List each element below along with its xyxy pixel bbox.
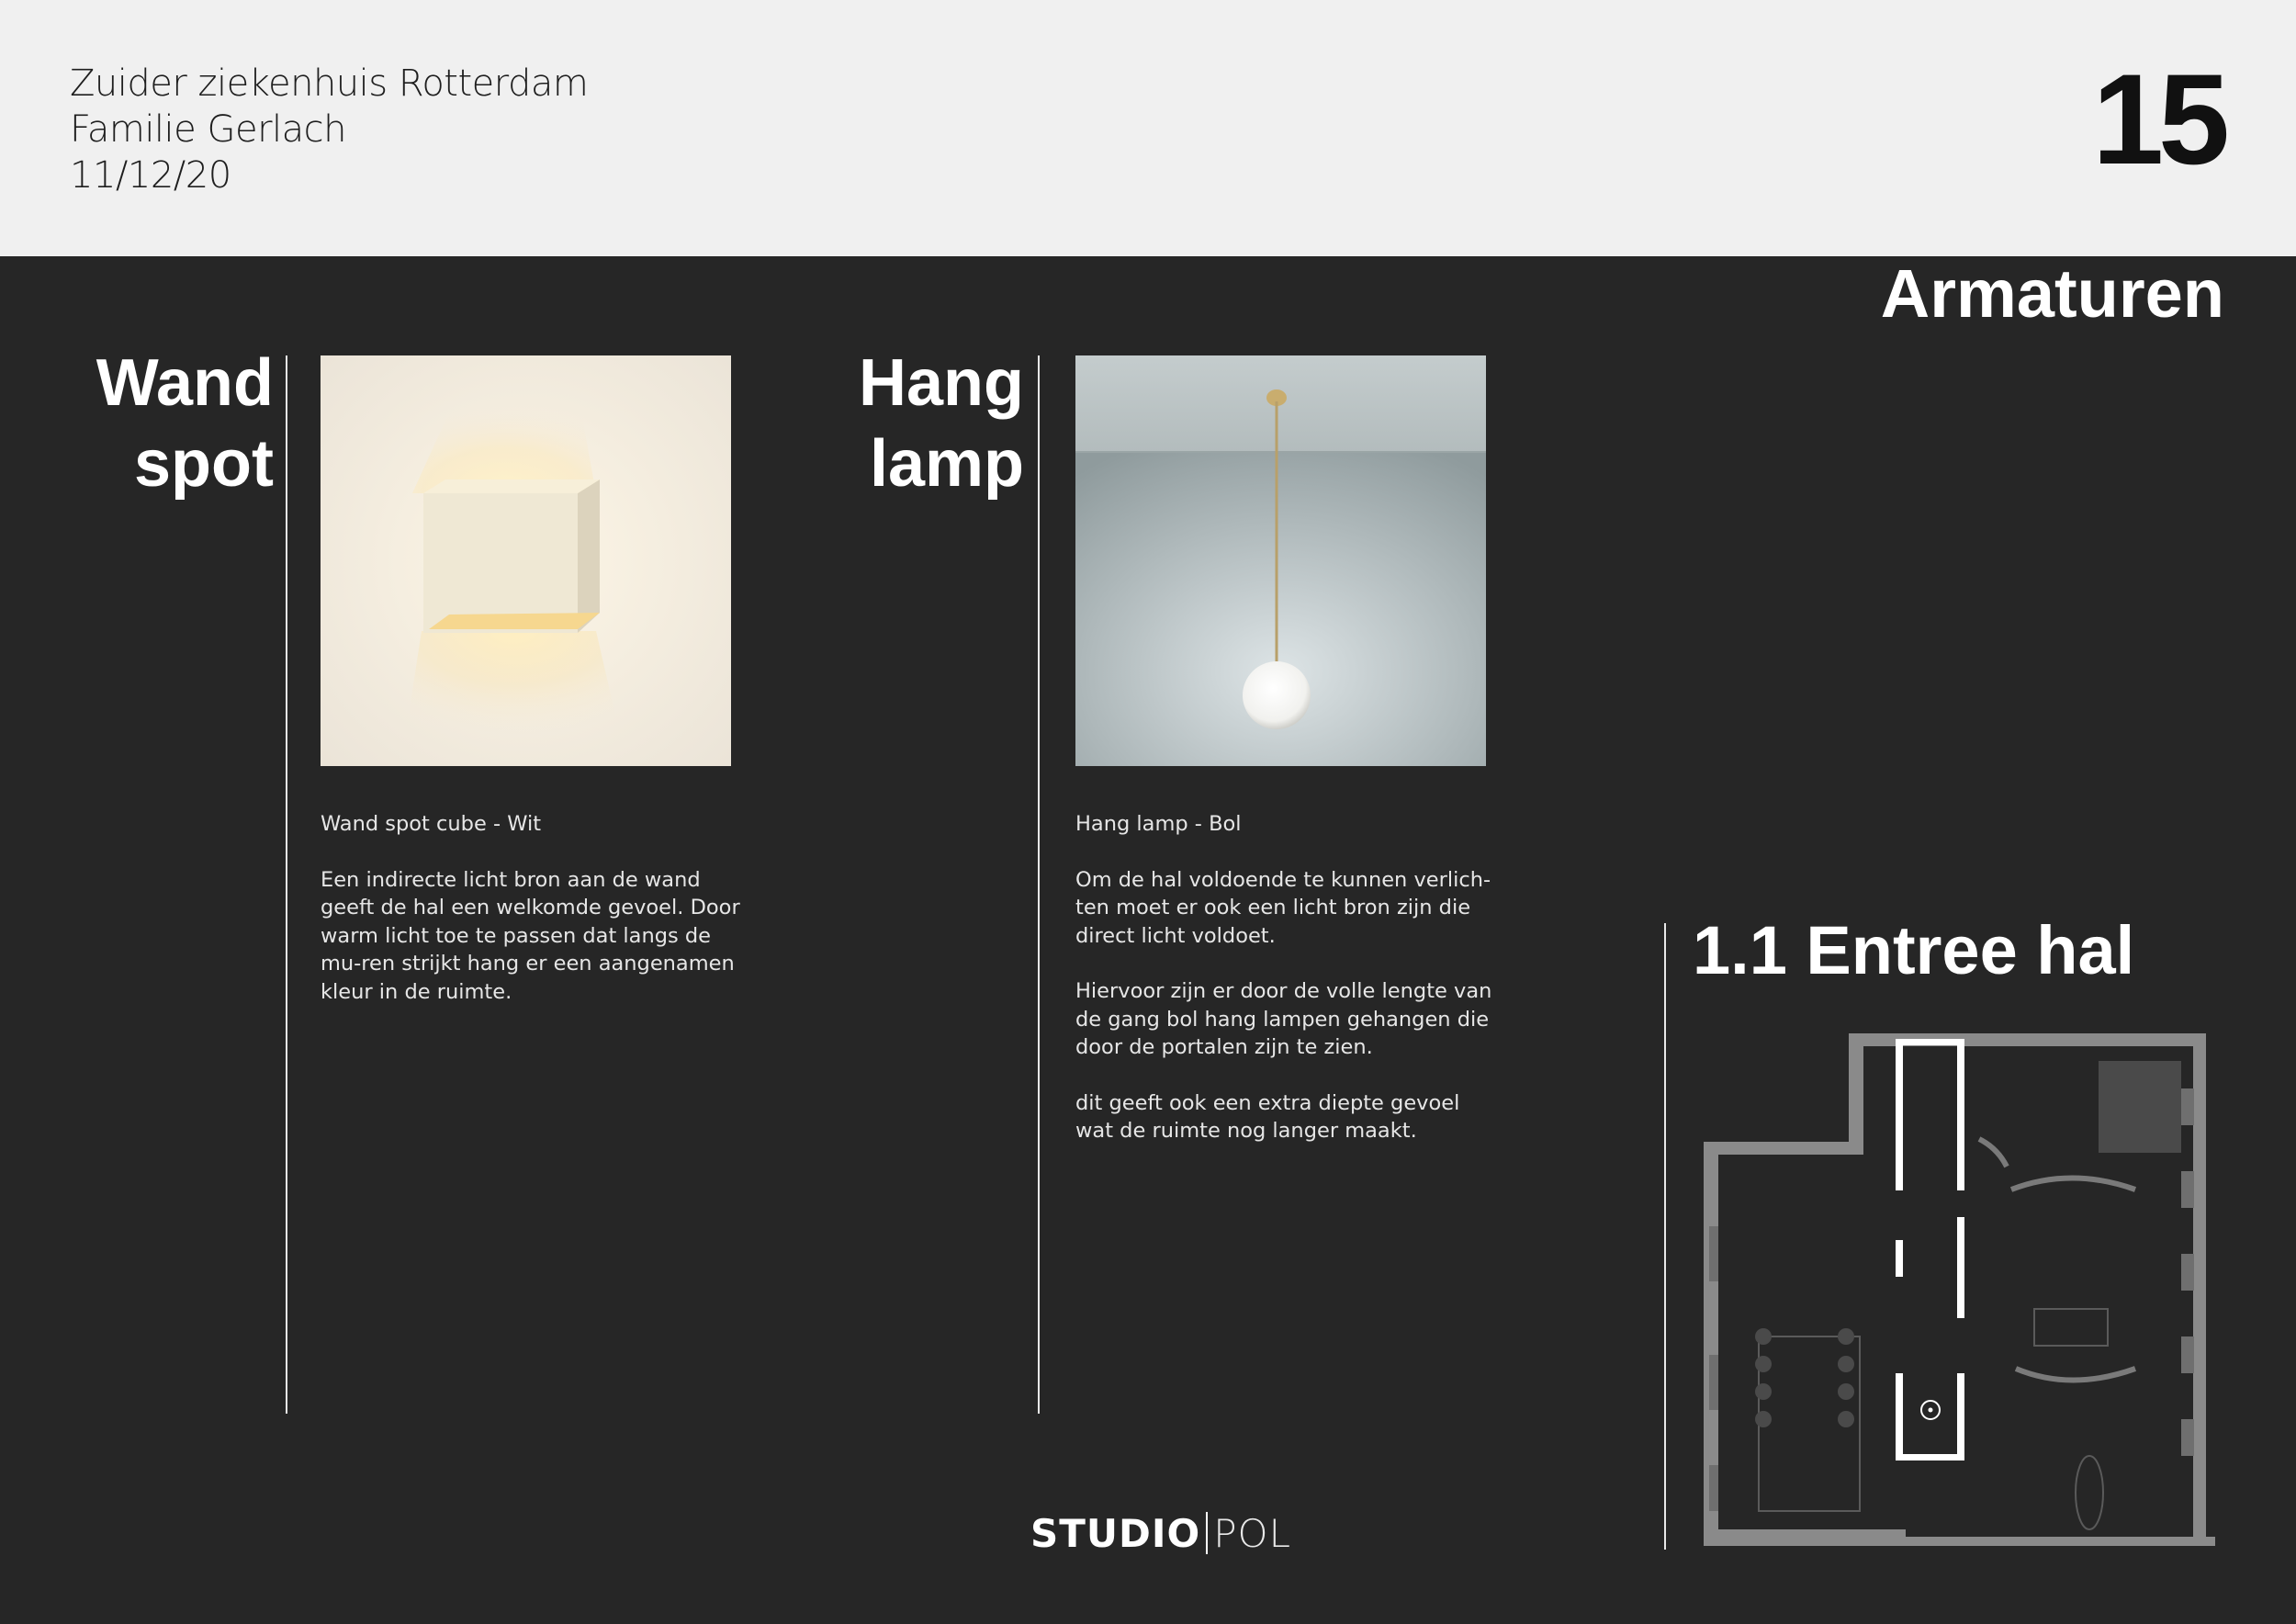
- logo-separator: [1206, 1512, 1209, 1554]
- wandspot-heading: Wand spot: [35, 343, 274, 504]
- hanglamp-heading: Hang lamp: [785, 343, 1024, 504]
- divider-line: [1038, 355, 1040, 1414]
- hanglamp-description-2: Hiervoor zijn er door de volle lengte va…: [1075, 979, 1492, 1059]
- wandspot-heading-line1: Wand: [96, 346, 274, 420]
- date: 11/12/20: [70, 154, 231, 197]
- hanglamp-photo: [1075, 355, 1486, 766]
- divider-line: [286, 355, 287, 1414]
- hanglamp-caption: Hang lamp - Bol Om de hal voldoende te k…: [1075, 810, 1498, 1173]
- floor-plan: [1704, 1033, 2215, 1546]
- hanglamp-heading-line1: Hang: [859, 346, 1024, 420]
- hanglamp-description-1: Om de hal voldoende te kunnen verlich-te…: [1075, 867, 1491, 948]
- room-title: 1.1 Entree hal: [1693, 912, 2135, 988]
- logo-bold: STUDIO: [1030, 1511, 1201, 1556]
- header-band: Zuider ziekenhuis Rotterdam Familie Gerl…: [0, 0, 2296, 256]
- section-title: Armaturen: [1880, 255, 2224, 332]
- client-name: Familie Gerlach: [70, 108, 347, 151]
- wandspot-description: Een indirecte licht bron aan de wand gee…: [321, 867, 740, 1004]
- wandspot-heading-line2: spot: [134, 427, 274, 501]
- logo-light: POL: [1213, 1511, 1291, 1556]
- project-name: Zuider ziekenhuis Rotterdam: [70, 62, 589, 105]
- hanglamp-heading-line2: lamp: [869, 427, 1024, 501]
- divider-line: [1664, 923, 1666, 1550]
- page-number: 15: [2092, 47, 2230, 191]
- hanglamp-description-3: dit geeft ook een extra diepte gevoel wa…: [1075, 1090, 1460, 1144]
- wandspot-photo: [321, 355, 731, 766]
- studio-pol-logo: STUDIO POL: [1030, 1511, 1291, 1556]
- wandspot-caption-title: Wand spot cube - Wit: [321, 812, 542, 836]
- wandspot-caption: Wand spot cube - Wit Een indirecte licht…: [321, 810, 743, 1033]
- hanglamp-caption-title: Hang lamp - Bol: [1075, 812, 1242, 836]
